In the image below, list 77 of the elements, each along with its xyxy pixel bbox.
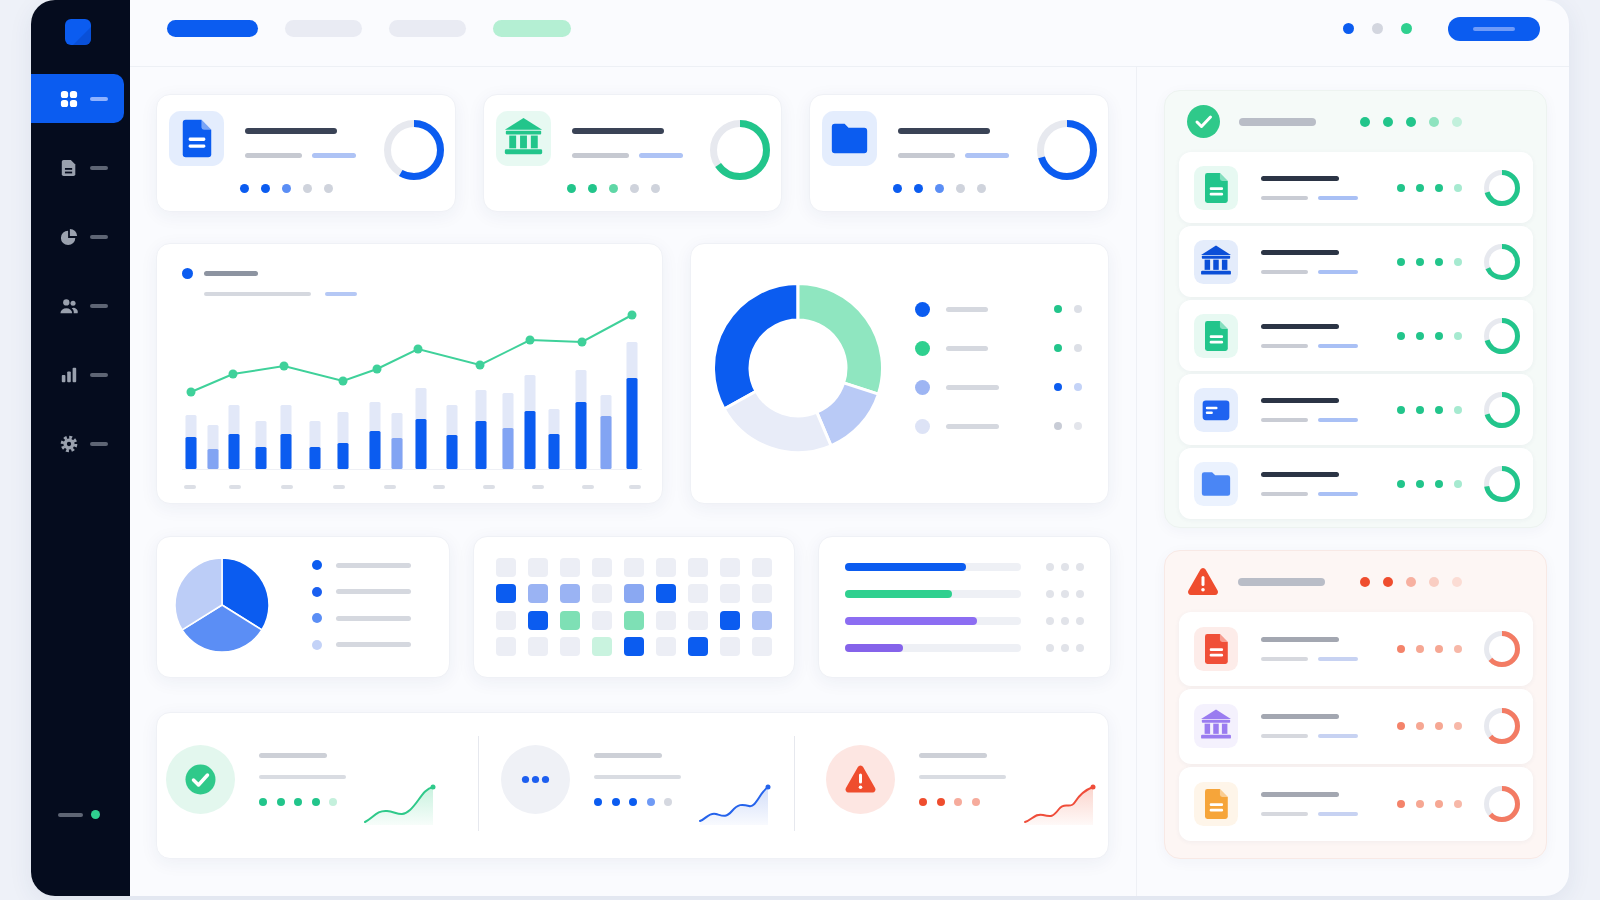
- progress-ring: [1484, 708, 1520, 745]
- status-dot-icon: [91, 810, 100, 819]
- placeholder-line: [1318, 269, 1358, 274]
- placeholder-line: [245, 153, 302, 158]
- warning-icon: [826, 744, 895, 814]
- more-dots-icon: [1046, 616, 1084, 625]
- progress-ring: [710, 120, 771, 180]
- placeholder-line: [90, 303, 108, 308]
- placeholder-line: [1261, 734, 1308, 739]
- placeholder-line: [1318, 491, 1358, 496]
- progress-ring: [1484, 785, 1520, 822]
- placeholder-line: [965, 153, 1010, 158]
- placeholder-line: [1261, 811, 1308, 816]
- placeholder-line: [1318, 657, 1358, 662]
- check-circle-icon: [1187, 105, 1220, 138]
- placeholder-line: [1261, 657, 1308, 662]
- placeholder-line: [1318, 811, 1358, 816]
- bar-chart-icon: [60, 365, 78, 384]
- placeholder-line: [1318, 343, 1358, 348]
- list-row[interactable]: [1179, 226, 1533, 297]
- placeholder-line: [1318, 195, 1358, 200]
- warning-icon: [1187, 567, 1219, 596]
- action-button[interactable]: [1448, 16, 1540, 41]
- placeholder-line: [90, 165, 108, 170]
- nav-pill[interactable]: [167, 20, 258, 37]
- placeholder-line: [946, 345, 988, 351]
- placeholder-line: [638, 153, 683, 158]
- progress-ring: [1484, 243, 1520, 280]
- placeholder-line: [1261, 343, 1308, 348]
- placeholder-line: [919, 752, 987, 758]
- document-icon: [60, 158, 78, 177]
- logo-icon: [65, 19, 91, 45]
- placeholder-line: [594, 752, 662, 758]
- legend-dot-icon: [182, 268, 193, 279]
- progress-ring: [1484, 465, 1520, 502]
- more-dots-icon: [1046, 643, 1084, 652]
- document-icon: [169, 111, 224, 166]
- placeholder-line: [58, 812, 83, 817]
- pie-chart-icon: [60, 227, 78, 246]
- folder-icon: [822, 111, 878, 166]
- progress-ring: [1484, 631, 1520, 668]
- progress-ring: [1037, 120, 1097, 180]
- placeholder-line: [325, 292, 357, 296]
- placeholder-line: [946, 384, 999, 390]
- placeholder-line: [571, 153, 629, 158]
- progress-ring: [1484, 391, 1520, 428]
- placeholder-line: [312, 153, 356, 158]
- ellipsis-icon: [501, 744, 570, 814]
- placeholder-line: [90, 96, 108, 101]
- nav-item[interactable]: [31, 74, 124, 123]
- placeholder-line: [1261, 491, 1308, 496]
- progress-ring: [1484, 317, 1520, 354]
- progress-ring: [383, 120, 444, 180]
- placeholder-line: [1261, 417, 1308, 422]
- placeholder-line: [90, 372, 108, 377]
- grid-icon: [60, 89, 78, 108]
- more-dots-icon: [1046, 589, 1084, 598]
- users-icon: [60, 296, 78, 315]
- placeholder-line: [259, 752, 327, 758]
- more-dots-icon: [1046, 562, 1084, 571]
- placeholder-line: [1261, 269, 1308, 274]
- progress-ring: [1484, 169, 1520, 206]
- check-circle-icon: [166, 744, 235, 814]
- list-row[interactable]: [1179, 448, 1533, 519]
- placeholder-line: [204, 271, 258, 276]
- placeholder-line: [946, 306, 988, 312]
- placeholder-line: [898, 153, 956, 158]
- placeholder-line: [1473, 26, 1515, 31]
- settings-icon: [60, 434, 78, 453]
- list-row[interactable]: [1179, 374, 1533, 445]
- placeholder-line: [1261, 195, 1308, 200]
- bank-icon: [495, 111, 551, 166]
- placeholder-line: [90, 234, 108, 239]
- placeholder-line: [946, 423, 999, 429]
- placeholder-line: [1318, 417, 1358, 422]
- placeholder-line: [1318, 734, 1358, 739]
- placeholder-line: [90, 441, 108, 446]
